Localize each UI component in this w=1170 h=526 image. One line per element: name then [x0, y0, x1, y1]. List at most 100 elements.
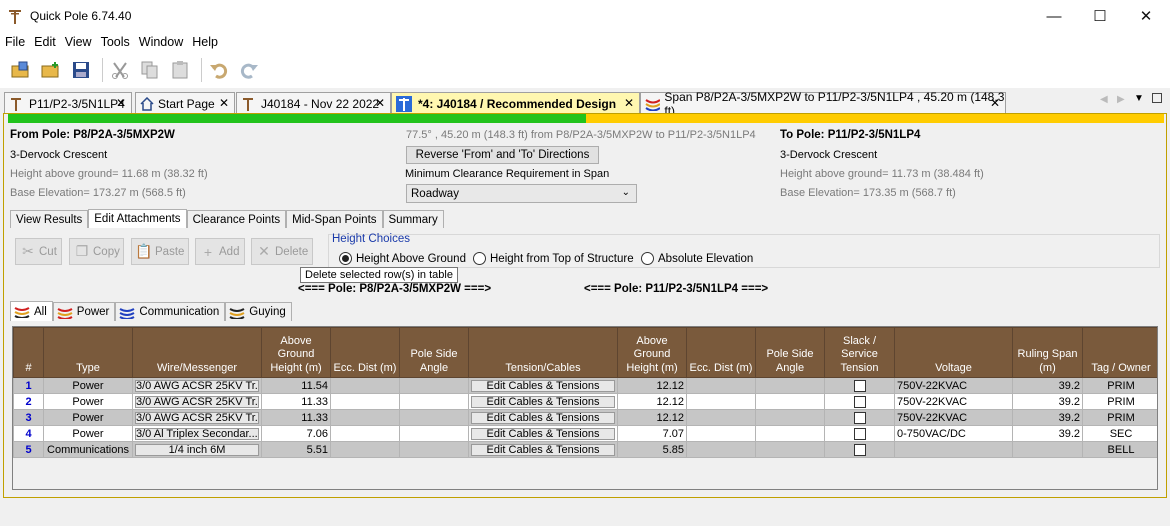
- tab-close-icon[interactable]: ✕: [219, 96, 229, 110]
- cell-tag-owner[interactable]: PRIM: [1082, 409, 1157, 426]
- cell-voltage[interactable]: 0-750VAC/DC: [894, 425, 1013, 442]
- col-angle-to[interactable]: Pole Side Angle: [755, 327, 825, 378]
- cut-button[interactable]: ✂ Cut: [15, 238, 62, 265]
- tab-pole-p11[interactable]: P11/P2-3/5N1LP4 ✕: [4, 92, 132, 114]
- wire-selector[interactable]: 3/0 AWG ACSR 25KV Tr...: [135, 395, 259, 408]
- cell-voltage[interactable]: [894, 441, 1013, 458]
- cell-slack[interactable]: [824, 409, 895, 426]
- cell-tag-owner[interactable]: SEC: [1082, 425, 1157, 442]
- table-row[interactable]: 3 Power 3/0 AWG ACSR 25KV Tr... 11.33 Edit C…: [13, 409, 1157, 426]
- tab-close-icon[interactable]: ✕: [116, 96, 126, 110]
- cell-tension[interactable]: Edit Cables & Tensions: [468, 441, 618, 458]
- edit-cables-tensions-button[interactable]: Edit Cables & Tensions: [471, 395, 615, 408]
- col-ecc-from[interactable]: Ecc. Dist (m): [330, 327, 400, 378]
- edit-cables-tensions-button[interactable]: Edit Cables & Tensions: [471, 443, 615, 456]
- slack-checkbox[interactable]: [853, 443, 866, 456]
- filter-tab-all[interactable]: All: [10, 301, 53, 321]
- tab-list-dropdown-icon[interactable]: ▼: [1134, 93, 1144, 104]
- cell-ecc-from[interactable]: [330, 377, 400, 394]
- copy-icon[interactable]: [137, 57, 163, 83]
- cell-type[interactable]: Power: [43, 377, 133, 394]
- table-row[interactable]: 2 Power 3/0 AWG ACSR 25KV Tr... 11.33 Edit C…: [13, 393, 1157, 410]
- tab-recommended-design[interactable]: *4: J40184 / Recommended Design ✕: [391, 92, 640, 114]
- save-icon[interactable]: [68, 57, 94, 83]
- cell-voltage[interactable]: 750V-22KVAC: [894, 393, 1013, 410]
- filter-tab-power[interactable]: Power: [52, 302, 116, 321]
- menu-window[interactable]: Window: [134, 35, 187, 49]
- copy-button[interactable]: ❐ Copy: [69, 238, 124, 265]
- cell-ecc-from[interactable]: [330, 425, 400, 442]
- tab-edit-attachments[interactable]: Edit Attachments: [88, 209, 187, 228]
- slack-checkbox[interactable]: [853, 411, 866, 424]
- cell-tension[interactable]: Edit Cables & Tensions: [468, 393, 618, 410]
- menu-view[interactable]: View: [60, 35, 96, 49]
- cell-height-to[interactable]: 12.12: [617, 377, 687, 394]
- wire-selector[interactable]: 3/0 Al Triplex Secondar...: [135, 427, 259, 440]
- cut-icon[interactable]: [107, 57, 133, 83]
- row-index[interactable]: 5: [13, 441, 44, 458]
- cell-angle-from[interactable]: [399, 377, 469, 394]
- cell-height-from[interactable]: 11.33: [261, 409, 331, 426]
- tab-span[interactable]: Span P8/P2A-3/5MXP2W to P11/P2-3/5N1LP4 …: [640, 90, 1006, 118]
- col-ruling-span[interactable]: Ruling Span (m): [1012, 327, 1083, 378]
- cell-ecc-from[interactable]: [330, 393, 400, 410]
- edit-cables-tensions-button[interactable]: Edit Cables & Tensions: [471, 379, 615, 392]
- cell-tension[interactable]: Edit Cables & Tensions: [468, 425, 618, 442]
- col-index[interactable]: #: [13, 327, 44, 378]
- min-clearance-select[interactable]: Roadway ⌄: [406, 184, 637, 203]
- cell-ecc-to[interactable]: [686, 409, 756, 426]
- cell-height-to[interactable]: 12.12: [617, 393, 687, 410]
- cell-slack[interactable]: [824, 377, 895, 394]
- add-button[interactable]: + Add: [195, 238, 245, 265]
- col-tag-owner[interactable]: Tag / Owner: [1082, 327, 1157, 378]
- cell-height-from[interactable]: 7.06: [261, 425, 331, 442]
- radio-height-above-ground[interactable]: Height Above Ground: [339, 252, 466, 265]
- undo-icon[interactable]: [206, 57, 232, 83]
- open-folder-icon[interactable]: [8, 57, 34, 83]
- cell-angle-to[interactable]: [755, 377, 825, 394]
- new-folder-icon[interactable]: [38, 57, 64, 83]
- cell-wire[interactable]: 3/0 AWG ACSR 25KV Tr...: [132, 377, 262, 394]
- filter-tab-communication[interactable]: Communication: [115, 302, 226, 321]
- cell-angle-to[interactable]: [755, 393, 825, 410]
- cell-angle-from[interactable]: [399, 441, 469, 458]
- cell-tag-owner[interactable]: BELL: [1082, 441, 1157, 458]
- table-row[interactable]: 1 Power 3/0 AWG ACSR 25KV Tr... 11.54 Edit C…: [13, 377, 1157, 394]
- cell-angle-from[interactable]: [399, 409, 469, 426]
- cell-ecc-to[interactable]: [686, 377, 756, 394]
- cell-tag-owner[interactable]: PRIM: [1082, 377, 1157, 394]
- tab-scroll-left-icon[interactable]: ◀: [1100, 94, 1108, 105]
- paste-button[interactable]: 📋 Paste: [131, 238, 189, 265]
- table-row[interactable]: 5 Communications 1/4 inch 6M 5.51 Edit Cable…: [13, 441, 1157, 458]
- col-height-to[interactable]: Above Ground Height (m): [617, 327, 687, 378]
- tab-summary[interactable]: Summary: [382, 210, 444, 228]
- cell-ecc-from[interactable]: [330, 409, 400, 426]
- cell-ruling-span[interactable]: 39.2: [1012, 393, 1083, 410]
- filter-tab-guying[interactable]: Guying: [225, 302, 292, 321]
- cell-ruling-span[interactable]: 39.2: [1012, 425, 1083, 442]
- cell-height-from[interactable]: 11.33: [261, 393, 331, 410]
- cell-angle-from[interactable]: [399, 393, 469, 410]
- cell-wire[interactable]: 3/0 Al Triplex Secondar...: [132, 425, 262, 442]
- tab-mid-span-points[interactable]: Mid-Span Points: [286, 210, 383, 228]
- tab-close-icon[interactable]: ✕: [990, 96, 1000, 110]
- menu-tools[interactable]: Tools: [96, 35, 134, 49]
- table-row[interactable]: 4 Power 3/0 Al Triplex Secondar... 7.06 Edit…: [13, 425, 1157, 442]
- col-slack[interactable]: Slack / Service Tension: [824, 327, 895, 378]
- cell-ecc-to[interactable]: [686, 441, 756, 458]
- cell-ruling-span[interactable]: 39.2: [1012, 409, 1083, 426]
- col-height-from[interactable]: Above Ground Height (m): [261, 327, 331, 378]
- menu-file[interactable]: File: [0, 35, 29, 49]
- cell-wire[interactable]: 3/0 AWG ACSR 25KV Tr...: [132, 393, 262, 410]
- wire-selector[interactable]: 1/4 inch 6M: [135, 443, 259, 456]
- cell-type[interactable]: Power: [43, 393, 133, 410]
- slack-checkbox[interactable]: [853, 427, 866, 440]
- cell-slack[interactable]: [824, 425, 895, 442]
- cell-voltage[interactable]: 750V-22KVAC: [894, 377, 1013, 394]
- radio-absolute-elevation[interactable]: Absolute Elevation: [641, 252, 753, 265]
- radio-height-from-top[interactable]: Height from Top of Structure: [473, 252, 634, 265]
- cell-wire[interactable]: 1/4 inch 6M: [132, 441, 262, 458]
- minimize-button[interactable]: —: [1031, 0, 1077, 32]
- row-index[interactable]: 3: [13, 409, 44, 426]
- menu-edit[interactable]: Edit: [29, 35, 60, 49]
